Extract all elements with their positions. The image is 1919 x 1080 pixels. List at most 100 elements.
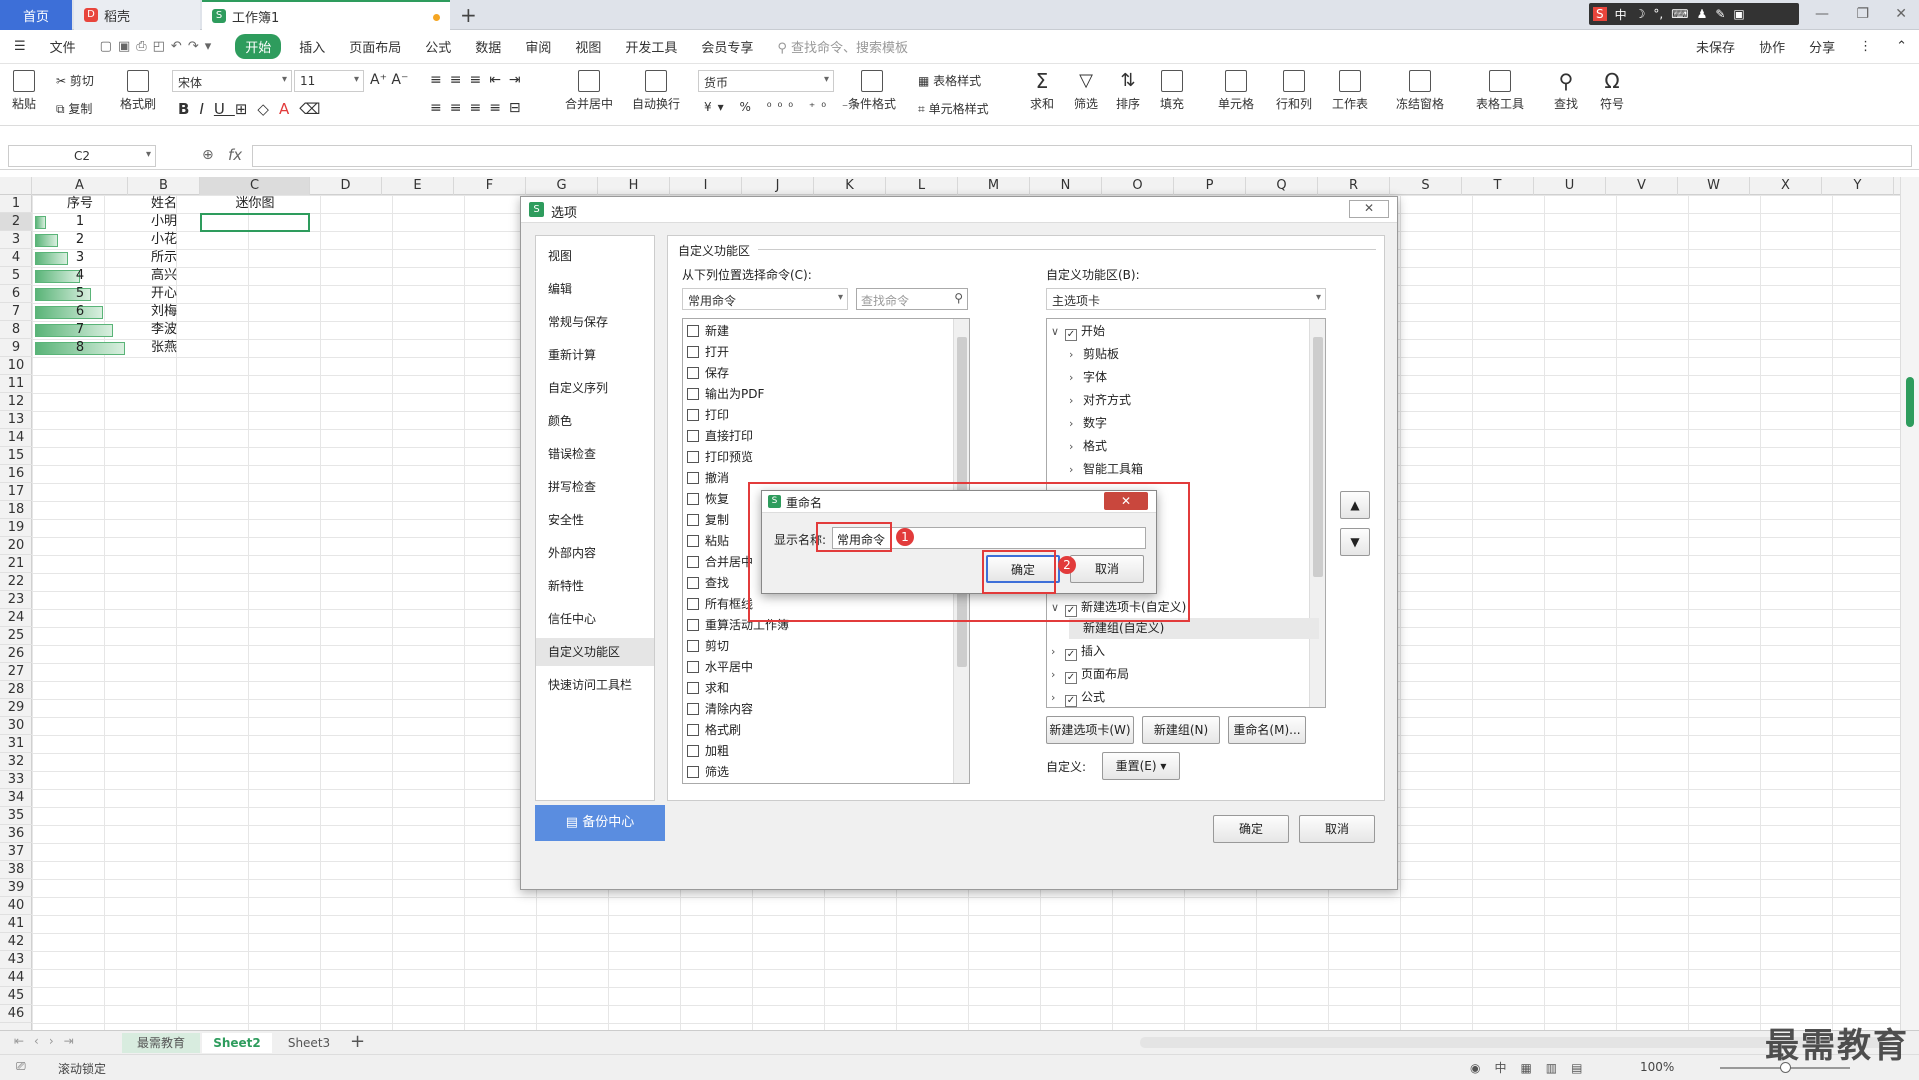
zoom-slider[interactable] <box>1720 1062 1850 1073</box>
cell-b4[interactable]: 所示 <box>128 249 200 267</box>
view-mode-icons[interactable]: ◉中▦▥▤ <box>1470 1059 1597 1076</box>
command-item-3[interactable]: 输出为PDF <box>687 384 764 405</box>
more-icon[interactable]: ⋮ <box>1847 39 1884 54</box>
checkbox-icon[interactable]: ✓ <box>1065 672 1077 684</box>
sheet-nav-arrows-icon[interactable]: ⇤‹›⇥ <box>14 1034 84 1048</box>
col-header-F[interactable]: F <box>454 177 526 195</box>
menu-formula[interactable]: 公式 <box>413 37 463 56</box>
col-header-L[interactable]: L <box>886 177 958 195</box>
share-button[interactable]: 分享 <box>1797 37 1847 56</box>
move-up-button[interactable]: ▲ <box>1340 491 1370 519</box>
reset-button[interactable]: 重置(E) ▾ <box>1102 752 1180 780</box>
options-ok-button[interactable]: 确定 <box>1213 815 1289 843</box>
font-size-select[interactable]: 11 <box>294 70 364 92</box>
font-family-select[interactable]: 宋体 <box>172 70 292 92</box>
sheet-tab-2[interactable]: Sheet3 <box>274 1033 344 1053</box>
quick-access-icons[interactable]: ▢▣⎙◰↶↷▾ <box>88 39 230 54</box>
cell-a7[interactable]: 6 <box>32 303 128 321</box>
row-header-6[interactable]: 6 <box>0 285 32 303</box>
sum-button[interactable]: Σ 求和 <box>1030 70 1054 112</box>
selected-cell-c2[interactable] <box>200 213 310 232</box>
chevron-right-icon[interactable]: › <box>1069 459 1083 480</box>
cell-b5[interactable]: 高兴 <box>128 267 200 285</box>
col-header-S[interactable]: S <box>1390 177 1462 195</box>
row-header-43[interactable]: 43 <box>0 951 32 969</box>
row-header-41[interactable]: 41 <box>0 915 32 933</box>
row-header-46[interactable]: 46 <box>0 1005 32 1023</box>
move-down-button[interactable]: ▼ <box>1340 528 1370 556</box>
command-item-5[interactable]: 直接打印 <box>687 426 753 447</box>
sort-button[interactable]: ⇅ 排序 <box>1116 70 1140 112</box>
row-header-13[interactable]: 13 <box>0 411 32 429</box>
col-header-Q[interactable]: Q <box>1246 177 1318 195</box>
options-nav-item-12[interactable]: 自定义功能区 <box>536 638 654 666</box>
cell-a1[interactable]: 序号 <box>32 195 128 213</box>
col-header-W[interactable]: W <box>1678 177 1750 195</box>
col-header-A[interactable]: A <box>32 177 128 195</box>
copy-button[interactable]: ⧉ 复制 <box>56 100 92 117</box>
cell-a3[interactable]: 2 <box>32 231 128 249</box>
row-header-23[interactable]: 23 <box>0 591 32 609</box>
command-item-13[interactable]: 所有框线 <box>687 594 753 615</box>
close-window-icon[interactable]: ✕ <box>1895 6 1907 22</box>
options-nav-item-4[interactable]: 自定义序列 <box>536 374 654 402</box>
chevron-right-icon[interactable]: › <box>1069 367 1083 388</box>
options-nav-item-7[interactable]: 拼写检查 <box>536 473 654 501</box>
formula-input[interactable] <box>252 145 1912 167</box>
menu-member[interactable]: 会员专享 <box>689 37 765 56</box>
tree-item-group-6[interactable]: › 智能工具箱 <box>1069 459 1143 480</box>
row-header-11[interactable]: 11 <box>0 375 32 393</box>
options-nav-item-3[interactable]: 重新计算 <box>536 341 654 369</box>
col-header-B[interactable]: B <box>128 177 200 195</box>
row-header-14[interactable]: 14 <box>0 429 32 447</box>
add-sheet-icon[interactable]: + <box>350 1031 365 1052</box>
row-header-12[interactable]: 12 <box>0 393 32 411</box>
cell-c1[interactable]: 迷你图 <box>200 195 310 213</box>
options-cancel-button[interactable]: 取消 <box>1299 815 1375 843</box>
vertical-scroll-thumb[interactable] <box>1906 377 1914 427</box>
command-item-2[interactable]: 保存 <box>687 363 729 384</box>
align-horizontal-icons[interactable]: ≡≡≡≡⊟ <box>430 100 529 116</box>
col-header-N[interactable]: N <box>1030 177 1102 195</box>
command-item-21[interactable]: 筛选 <box>687 762 729 783</box>
paste-button[interactable]: 粘贴 <box>12 70 36 112</box>
rename-button[interactable]: 重命名(M)... <box>1228 716 1306 744</box>
col-header-G[interactable]: G <box>526 177 598 195</box>
cell-style-button[interactable]: ⌗ 单元格样式 <box>918 100 989 117</box>
row-header-26[interactable]: 26 <box>0 645 32 663</box>
menu-insert[interactable]: 插入 <box>287 37 337 56</box>
fx-icon[interactable]: fx <box>228 146 242 164</box>
row-header-5[interactable]: 5 <box>0 267 32 285</box>
tab-workbook[interactable]: S 工作簿1 <box>202 0 450 30</box>
col-header-E[interactable]: E <box>382 177 454 195</box>
number-format-icons[interactable]: ¥▾ % ⁰⁰⁰ ⁺⁰ ⁻⁰ <box>704 100 865 114</box>
collapse-ribbon-icon[interactable]: ⌃ <box>1884 39 1919 54</box>
cell-b2[interactable]: 小明 <box>128 213 200 231</box>
tree-item-formula[interactable]: › ✓ 公式 <box>1051 687 1105 708</box>
col-header-V[interactable]: V <box>1606 177 1678 195</box>
tree-item-group-5[interactable]: › 格式 <box>1069 436 1107 457</box>
wrap-text-button[interactable]: 自动换行 <box>632 70 680 112</box>
row-header-25[interactable]: 25 <box>0 627 32 645</box>
col-header-X[interactable]: X <box>1750 177 1822 195</box>
row-header-9[interactable]: 9 <box>0 339 32 357</box>
menu-review[interactable]: 审阅 <box>513 37 563 56</box>
checkbox-icon[interactable]: ✓ <box>1065 695 1077 707</box>
name-box[interactable]: C2 <box>8 145 156 167</box>
row-header-32[interactable]: 32 <box>0 753 32 771</box>
options-nav-item-10[interactable]: 新特性 <box>536 572 654 600</box>
command-item-17[interactable]: 求和 <box>687 678 729 699</box>
format-painter-button[interactable]: 格式刷 <box>120 70 156 112</box>
search-command[interactable]: ⚲ 查找命令、搜索模板 <box>765 37 920 56</box>
chevron-right-icon[interactable]: › <box>1069 344 1083 365</box>
cell-a5[interactable]: 4 <box>32 267 128 285</box>
row-header-21[interactable]: 21 <box>0 555 32 573</box>
select-all-corner[interactable] <box>0 177 32 195</box>
cell-b7[interactable]: 刘梅 <box>128 303 200 321</box>
menu-developer[interactable]: 开发工具 <box>613 37 689 56</box>
command-item-6[interactable]: 打印预览 <box>687 447 753 468</box>
tree-item-group-3[interactable]: › 对齐方式 <box>1069 390 1131 411</box>
command-item-10[interactable]: 粘贴 <box>687 531 729 552</box>
cell-a2[interactable]: 1 <box>32 213 128 231</box>
menu-view[interactable]: 视图 <box>563 37 613 56</box>
